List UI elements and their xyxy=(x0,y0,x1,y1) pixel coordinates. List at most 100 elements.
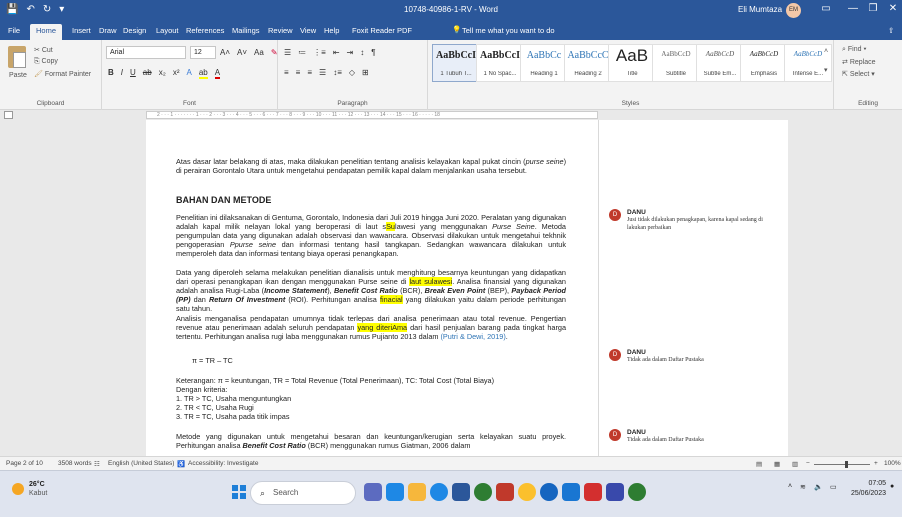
font-family-select[interactable]: Arial xyxy=(106,46,186,59)
start-button[interactable] xyxy=(232,485,246,499)
tell-me-input[interactable]: Tell me what you want to do xyxy=(462,26,555,35)
print-layout-icon[interactable]: ▦ xyxy=(774,460,780,468)
criteria-item-3[interactable]: 3. TR = TC, Usaha pada titik impas xyxy=(176,412,566,421)
office-icon[interactable] xyxy=(496,483,514,501)
align-center-icon[interactable]: ≡ xyxy=(296,68,301,77)
methods-paragraph-2[interactable]: Data yang diperoleh selama melakukan pen… xyxy=(176,268,566,313)
user-name[interactable]: Eli Mumtaza xyxy=(738,5,782,14)
show-marks-icon[interactable]: ¶ xyxy=(371,48,375,57)
replace-button[interactable]: ⇄ Replace xyxy=(842,58,876,66)
zoom-in-icon[interactable]: + xyxy=(874,460,878,467)
formula[interactable]: π = TR – TC xyxy=(192,356,582,365)
style-no-spacing[interactable]: AaBbCcI 1 No Spac... xyxy=(476,44,524,82)
accessibility-icon[interactable]: ♿ xyxy=(177,460,185,468)
widgets-icon[interactable] xyxy=(386,483,404,501)
tab-view[interactable]: View xyxy=(300,26,316,35)
battery-icon[interactable]: ▭ xyxy=(830,483,837,491)
cut-button[interactable]: ✂ Cut xyxy=(34,46,53,54)
zoom-slider[interactable] xyxy=(814,464,870,465)
paste-button[interactable]: Paste xyxy=(9,72,27,79)
minimize-button[interactable]: — xyxy=(842,3,864,14)
intro-paragraph[interactable]: Atas dasar latar belakang di atas, maka … xyxy=(176,157,566,175)
horizontal-ruler[interactable]: 2 · · · 1 · · · · · · · 1 · · · 2 · · · … xyxy=(146,111,598,119)
wifi-icon[interactable]: ≋ xyxy=(800,483,806,491)
tab-file[interactable]: File xyxy=(8,26,20,35)
justify-icon[interactable]: ☰ xyxy=(319,68,326,77)
proofing-icon[interactable]: ☷ xyxy=(94,460,100,468)
tab-layout[interactable]: Layout xyxy=(156,26,179,35)
lightbulb-icon[interactable]: 💡 xyxy=(452,25,461,34)
notifications-icon[interactable]: ● xyxy=(890,483,894,490)
share-icon[interactable]: ⇧ xyxy=(888,26,894,35)
copy-button[interactable]: ⎘ Copy xyxy=(34,58,58,66)
italic-icon[interactable]: I xyxy=(121,68,123,79)
clock[interactable]: 07:05 25/06/2023 xyxy=(846,479,886,499)
clear-formatting-icon[interactable]: ✎ xyxy=(271,48,278,57)
tab-selector[interactable] xyxy=(4,111,13,119)
section-heading[interactable]: BAHAN DAN METODE xyxy=(176,195,566,205)
tab-draw[interactable]: Draw xyxy=(99,26,117,35)
zoom-slider-thumb[interactable] xyxy=(845,461,848,468)
ribbon-display-options-icon[interactable]: ▭ xyxy=(815,3,837,14)
increase-indent-icon[interactable]: ⇥ xyxy=(347,48,354,57)
sort-icon[interactable]: ↕ xyxy=(360,48,364,57)
superscript-icon[interactable]: x² xyxy=(173,68,180,79)
explanation-line[interactable]: Keterangan: π = keuntungan, TR = Total R… xyxy=(176,376,566,385)
browser-icon[interactable] xyxy=(540,483,558,501)
document-page[interactable]: Atas dasar latar belakang di atas, maka … xyxy=(146,120,598,456)
show-hidden-icons[interactable]: ˄ xyxy=(788,483,792,490)
mail-icon[interactable] xyxy=(562,483,580,501)
tab-mailings[interactable]: Mailings xyxy=(232,26,260,35)
zoom-level[interactable]: 100% xyxy=(884,460,901,467)
avatar[interactable]: EM xyxy=(786,3,801,18)
volume-icon[interactable]: 🔈 xyxy=(814,483,823,491)
change-case-icon[interactable]: Aa xyxy=(254,48,264,57)
strikethrough-icon[interactable]: ab xyxy=(143,68,152,79)
style-emphasis[interactable]: AaBbCcD Emphasis xyxy=(740,44,788,82)
edge-icon[interactable] xyxy=(430,483,448,501)
bullets-icon[interactable]: ☰ xyxy=(284,48,291,57)
subscript-icon[interactable]: x₂ xyxy=(159,68,166,79)
style-subtle-emphasis[interactable]: AaBbCcD Subtle Em... xyxy=(696,44,744,82)
format-painter-button[interactable]: 🖌 Format Painter xyxy=(34,70,91,78)
shading-icon[interactable]: ◇ xyxy=(349,68,355,77)
decrease-indent-icon[interactable]: ⇤ xyxy=(333,48,340,57)
paste-icon[interactable] xyxy=(8,46,26,68)
text-effects-icon[interactable]: A xyxy=(186,68,191,79)
pdf-reader-icon[interactable] xyxy=(584,483,602,501)
tab-help[interactable]: Help xyxy=(324,26,339,35)
chrome-profile-icon[interactable] xyxy=(518,483,536,501)
task-view-icon[interactable] xyxy=(364,483,382,501)
tab-home[interactable]: Home xyxy=(30,24,63,40)
font-size-select[interactable]: 12 xyxy=(190,46,216,59)
whatsapp-icon[interactable] xyxy=(628,483,646,501)
restore-button[interactable]: ❐ xyxy=(862,3,884,14)
tab-foxit-reader-pdf[interactable]: Foxit Reader PDF xyxy=(352,26,412,35)
page-count[interactable]: Page 2 of 10 xyxy=(6,460,43,467)
find-button[interactable]: ⌕ Find ▾ xyxy=(842,46,866,54)
font-color-icon[interactable]: A xyxy=(214,68,221,79)
grow-font-icon[interactable]: A˄ xyxy=(220,48,230,57)
taskbar-search-input[interactable]: ⌕ Search xyxy=(250,481,356,505)
underline-icon[interactable]: U xyxy=(130,68,136,79)
select-button[interactable]: ⇱ Select ▾ xyxy=(842,70,875,78)
app-icon[interactable] xyxy=(606,483,624,501)
style-subtitle[interactable]: AaBbCcD Subtitle xyxy=(652,44,700,82)
criteria-label[interactable]: Dengan kriteria: xyxy=(176,385,566,394)
styles-more-icon[interactable]: ▾ xyxy=(824,66,828,74)
close-button[interactable]: ✕ xyxy=(882,3,902,14)
methods-paragraph-4[interactable]: Metode yang digunakan untuk mengetahui b… xyxy=(176,432,566,450)
style-heading-2[interactable]: AaBbCcC Heading 2 xyxy=(564,44,612,82)
zoom-out-icon[interactable]: − xyxy=(806,460,810,467)
read-mode-icon[interactable]: ▤ xyxy=(756,460,762,468)
bold-icon[interactable]: B xyxy=(108,68,114,79)
methods-paragraph-1[interactable]: Penelitian ini dilaksanakan di Gentuma, … xyxy=(176,213,566,258)
borders-icon[interactable]: ⊞ xyxy=(362,68,369,77)
web-layout-icon[interactable]: ▥ xyxy=(792,460,798,468)
criteria-item-1[interactable]: 1. TR > TC, Usaha menguntungkan xyxy=(176,394,566,403)
word-taskbar-icon[interactable] xyxy=(452,483,470,501)
style-tubuh-teks[interactable]: AaBbCcI 1 Tubuh T... xyxy=(432,44,480,82)
tab-design[interactable]: Design xyxy=(123,26,146,35)
vertical-scrollbar[interactable] xyxy=(894,120,902,456)
align-right-icon[interactable]: ≡ xyxy=(307,68,312,77)
